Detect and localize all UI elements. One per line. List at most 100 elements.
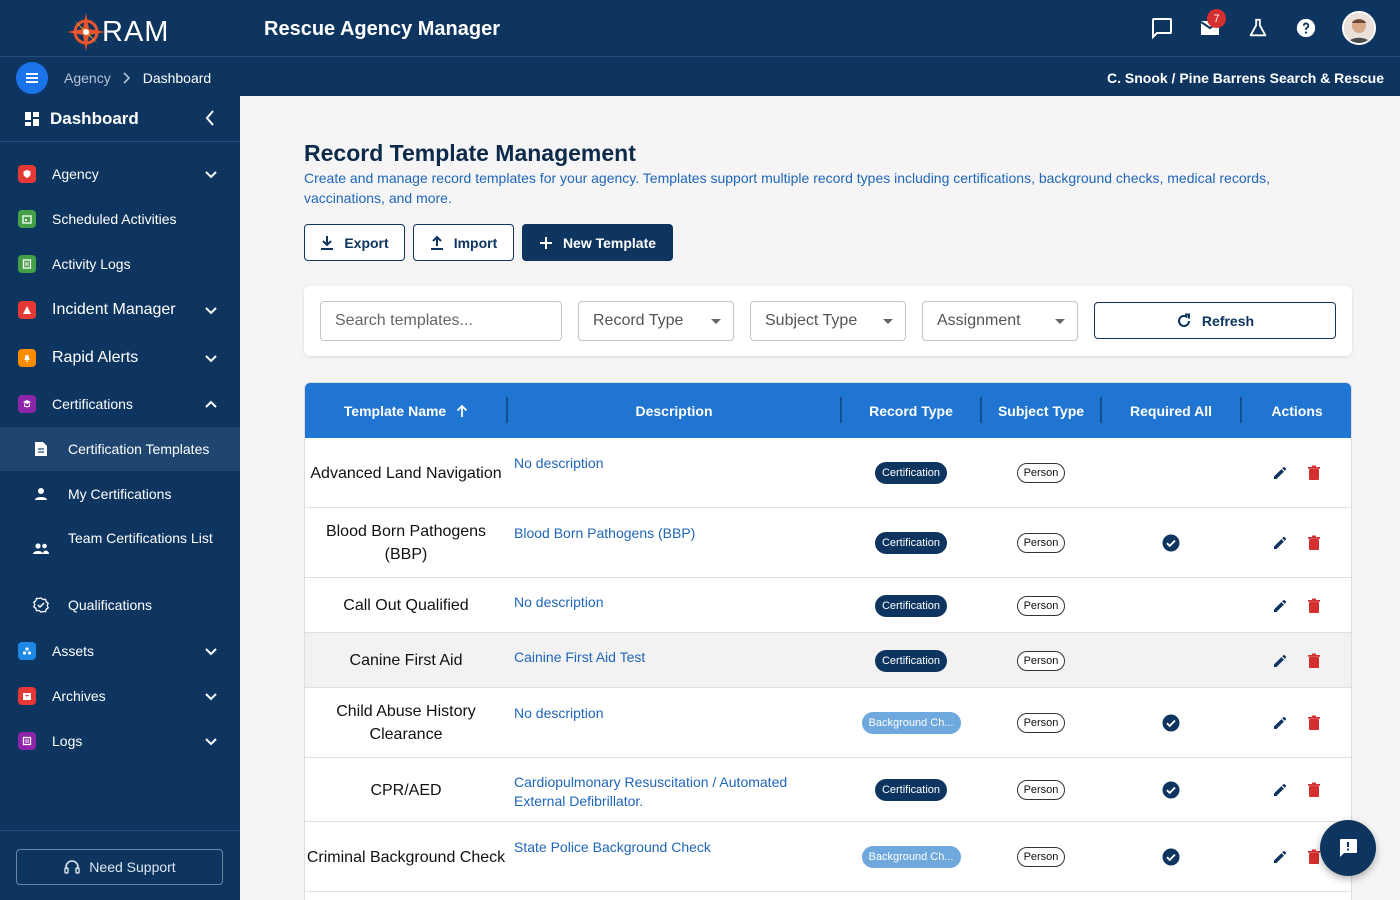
check-circle-icon xyxy=(1162,781,1180,799)
sidebar-item-logs[interactable]: Logs xyxy=(0,729,240,753)
sidebar-item-qualifications[interactable]: Qualifications xyxy=(0,583,240,627)
help-button[interactable] xyxy=(1282,10,1330,46)
delete-button[interactable] xyxy=(1297,589,1331,623)
pencil-icon xyxy=(1272,535,1288,551)
required-all-cell xyxy=(1102,438,1240,508)
subject-type-select[interactable]: Subject Type xyxy=(750,301,906,341)
sidebar-item-agency[interactable]: Agency xyxy=(0,162,240,186)
assignment-select[interactable]: Assignment xyxy=(922,301,1078,341)
sidebar-item-activity-logs[interactable]: Activity Logs xyxy=(0,252,240,276)
sidebar-item-my-certifications[interactable]: My Certifications xyxy=(0,472,240,516)
column-label: Template Name xyxy=(343,402,447,419)
chevron-right-icon xyxy=(123,72,130,84)
menu-toggle-button[interactable] xyxy=(16,62,48,94)
delete-button[interactable] xyxy=(1297,644,1331,678)
trash-icon xyxy=(1307,782,1321,798)
pencil-icon xyxy=(1272,653,1288,669)
sidebar-title: Dashboard xyxy=(50,108,139,128)
chevron-left-icon[interactable] xyxy=(204,109,216,127)
template-description: No description xyxy=(514,455,604,471)
check-circle-icon xyxy=(1162,714,1180,732)
import-button[interactable]: Import xyxy=(413,224,514,261)
need-support-button[interactable]: Need Support xyxy=(16,849,223,885)
table-header: Template Name Description Record Type Su… xyxy=(305,383,1351,438)
sidebar-item-rapid-alerts[interactable]: Rapid Alerts xyxy=(0,346,240,370)
chat-support-button[interactable] xyxy=(1320,820,1376,876)
delete-button[interactable] xyxy=(1297,456,1331,490)
calendar-icon xyxy=(18,210,36,228)
required-all-cell xyxy=(1102,758,1240,822)
pencil-icon xyxy=(1272,465,1288,481)
sidebar-item-label: Activity Logs xyxy=(52,256,131,272)
edit-button[interactable] xyxy=(1263,644,1297,678)
chat-button[interactable] xyxy=(1138,10,1186,46)
chevron-down-icon xyxy=(205,737,217,745)
group-icon xyxy=(32,540,50,558)
sidebar-item-certification-templates[interactable]: Certification Templates xyxy=(0,427,240,471)
search-input[interactable] xyxy=(320,301,562,341)
template-name: Blood Born Pathogens (BBP) xyxy=(325,523,487,563)
table-row[interactable]: Blood Born Pathogens (BBP) Blood Born Pat… xyxy=(305,508,1351,578)
app-logo[interactable]: RAM xyxy=(66,12,169,52)
column-label: Subject Type xyxy=(997,402,1085,419)
table-row[interactable]: Criminal Background Check State Police Ba… xyxy=(305,822,1351,892)
column-header-template-name[interactable]: Template Name xyxy=(305,383,507,438)
record-type-select[interactable]: Record Type xyxy=(578,301,734,341)
template-description: No description xyxy=(514,594,604,610)
sidebar-item-label: Archives xyxy=(52,688,106,704)
pencil-icon xyxy=(1272,598,1288,614)
edit-button[interactable] xyxy=(1263,589,1297,623)
subject-type-cell: Person xyxy=(982,633,1100,688)
table-row[interactable]: CPR/AED Cardiopulmonary Resuscitation / A… xyxy=(305,758,1351,822)
table-row[interactable]: Call Out Qualified No description Certific… xyxy=(305,578,1351,633)
certificate-icon xyxy=(18,395,36,413)
record-type-chip: Certification xyxy=(874,532,948,554)
column-header-record-type[interactable]: Record Type xyxy=(842,383,980,438)
app-title: Rescue Agency Manager xyxy=(264,18,501,40)
edit-button[interactable] xyxy=(1263,526,1297,560)
breadcrumb-current: Dashboard xyxy=(142,70,212,86)
sidebar-item-certifications[interactable]: Certifications xyxy=(0,392,240,416)
sidebar-item-incident-manager[interactable]: Incident Manager xyxy=(0,298,240,322)
sidebar-header[interactable]: Dashboard xyxy=(0,96,240,142)
edit-button[interactable] xyxy=(1263,456,1297,490)
delete-button[interactable] xyxy=(1297,773,1331,807)
avatar[interactable] xyxy=(1342,11,1376,45)
refresh-button[interactable]: Refresh xyxy=(1094,302,1336,339)
column-header-required-all[interactable]: Required All xyxy=(1102,383,1240,438)
sidebar-item-team-certifications-list[interactable]: Team Certifications List xyxy=(0,517,240,581)
mail-button[interactable]: 7 xyxy=(1186,9,1234,46)
actions-cell xyxy=(1242,633,1351,688)
new-template-button[interactable]: New Template xyxy=(522,224,673,261)
check-circle-icon xyxy=(1162,848,1180,866)
sidebar-sub-label: Certification Templates xyxy=(68,441,210,457)
mail-count-badge: 7 xyxy=(1207,9,1226,28)
delete-button[interactable] xyxy=(1297,526,1331,560)
edit-button[interactable] xyxy=(1263,706,1297,740)
table-row[interactable]: Advanced Land Navigation No description Ce… xyxy=(305,438,1351,508)
table-row[interactable]: Canine First Aid Cainine First Aid Test Ce… xyxy=(305,633,1351,688)
templates-table: Template Name Description Record Type Su… xyxy=(304,382,1352,900)
sidebar-item-label: Logs xyxy=(52,733,83,749)
edit-button[interactable] xyxy=(1263,773,1297,807)
template-description: Cardiopulmonary Resuscitation / Automate… xyxy=(514,774,788,809)
sidebar-item-archives[interactable]: Archives xyxy=(0,684,240,708)
sidebar-item-assets[interactable]: Assets xyxy=(0,639,240,663)
warning-icon xyxy=(18,301,36,319)
labs-button[interactable] xyxy=(1234,10,1282,46)
breadcrumb-parent[interactable]: Agency xyxy=(64,70,111,86)
edit-button[interactable] xyxy=(1263,840,1297,874)
breadcrumb: Agency Dashboard xyxy=(64,70,211,86)
subject-type-cell: Person xyxy=(982,688,1100,758)
required-all-cell xyxy=(1102,688,1240,758)
subject-type-cell: Person xyxy=(982,508,1100,578)
column-header-subject-type[interactable]: Subject Type xyxy=(982,383,1100,438)
table-row[interactable]: Child Abuse History Clearance No descript… xyxy=(305,688,1351,758)
delete-button[interactable] xyxy=(1297,706,1331,740)
sidebar-item-scheduled-activities[interactable]: Scheduled Activities xyxy=(0,207,240,231)
column-header-description[interactable]: Description xyxy=(508,383,840,438)
record-type-chip: Certification xyxy=(874,779,948,801)
help-icon xyxy=(1296,18,1316,38)
chevron-down-icon xyxy=(205,647,217,655)
export-button[interactable]: Export xyxy=(304,224,405,261)
